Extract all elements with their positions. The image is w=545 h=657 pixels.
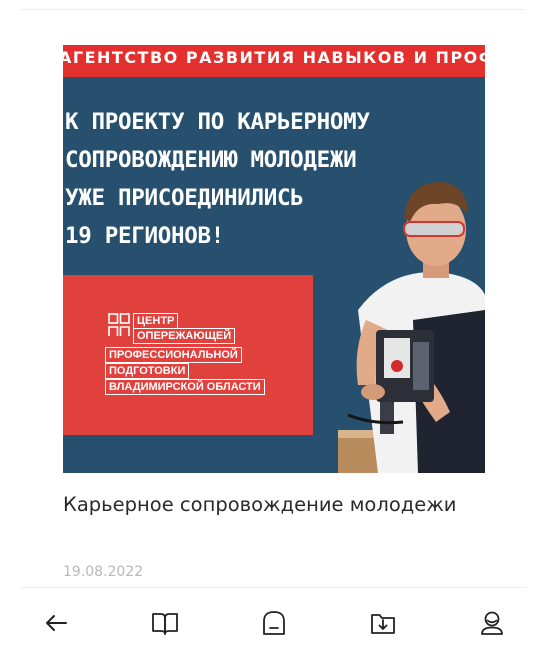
org-line: ВЛАДИМИРСКОЙ ОБЛАСТИ <box>105 379 265 395</box>
download-folder-icon <box>371 614 395 634</box>
org-line: ЦЕНТР <box>133 313 179 329</box>
profile-icon <box>481 611 503 635</box>
banner-top-strip-text: АГЕНТСТВО РАЗВИТИЯ НАВЫКОВ И ПРОФЕССИЙ <box>63 48 485 67</box>
cop-logo-icon <box>108 313 130 336</box>
banner-top-strip: АГЕНТСТВО РАЗВИТИЯ НАВЫКОВ И ПРОФЕССИЙ <box>63 45 485 77</box>
headline-line: К ПРОЕКТУ ПО КАРЬЕРНОМУ <box>65 109 370 135</box>
org-line: ПРОФЕССИОНАЛЬНОЙ <box>105 347 242 363</box>
bottom-navigation-bar <box>0 588 545 657</box>
nav-downloads-button[interactable] <box>365 605 401 641</box>
nav-home-button[interactable] <box>256 605 292 641</box>
org-line: ОПЕРЕЖАЮЩЕЙ <box>133 328 236 344</box>
article-date: 19.08.2022 <box>63 564 144 580</box>
article-banner-image[interactable]: АГЕНТСТВО РАЗВИТИЯ НАВЫКОВ И ПРОФЕССИЙ К… <box>63 45 485 473</box>
top-divider <box>20 9 526 10</box>
nav-back-button[interactable] <box>38 605 74 641</box>
book-icon <box>152 613 178 635</box>
nav-reader-button[interactable] <box>147 605 183 641</box>
nav-profile-button[interactable] <box>474 605 510 641</box>
worker-with-machine-photo <box>338 182 485 473</box>
back-arrow-icon <box>46 615 67 631</box>
article-title[interactable]: Карьерное сопровождение молодежи <box>63 489 483 520</box>
home-icon <box>263 611 285 635</box>
org-line: ПОДГОТОВКИ <box>105 363 190 379</box>
